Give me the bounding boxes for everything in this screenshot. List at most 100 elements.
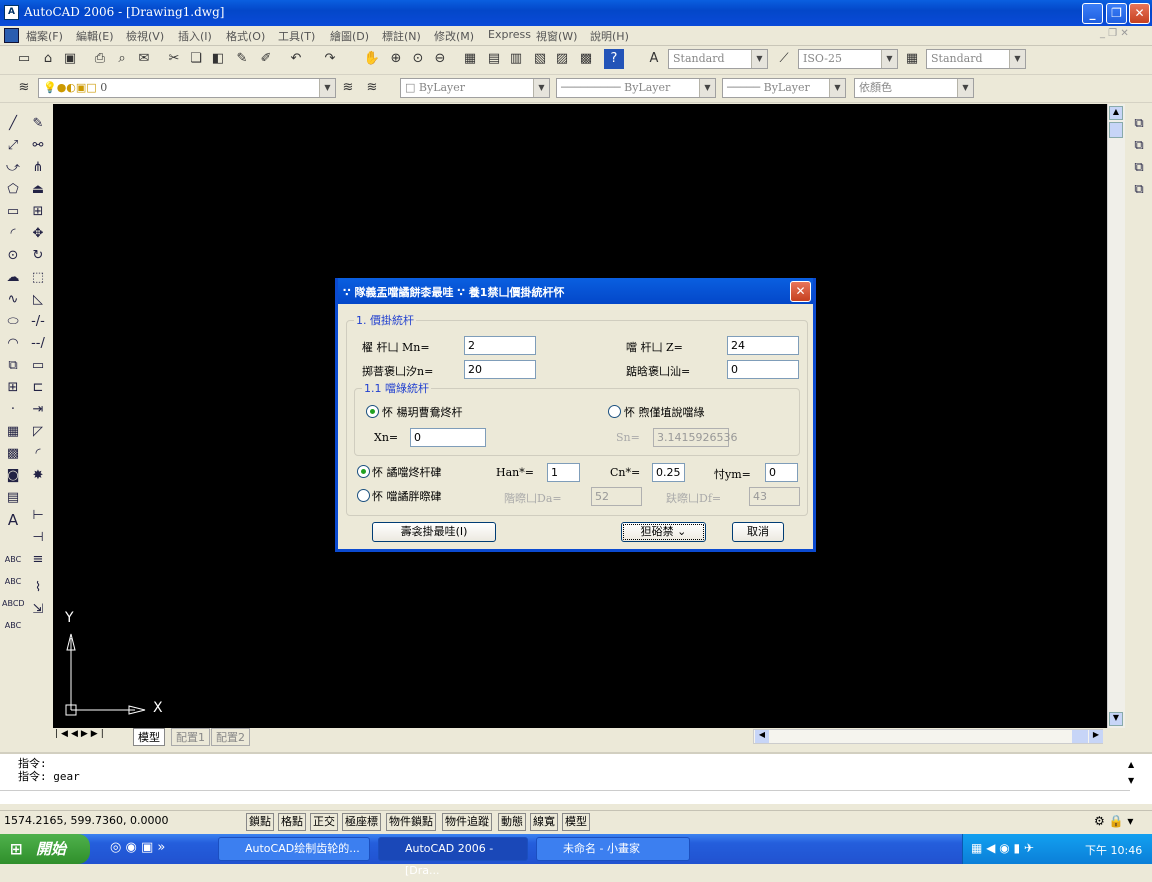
ortho-toggle[interactable]: 正交	[310, 813, 338, 831]
table-style-combo[interactable]: Standard ▼	[926, 49, 1026, 69]
cmd-scroll-down-icon[interactable]: ▼	[1128, 776, 1134, 785]
linetype-combo[interactable]: ───────── ByLayer ▼	[556, 78, 716, 98]
menu-format[interactable]: 格式(O)	[226, 28, 265, 44]
circle-icon[interactable]: ⊙	[2, 246, 24, 266]
text-style-combo[interactable]: Standard ▼	[668, 49, 768, 69]
scroll-thumb[interactable]	[1109, 122, 1123, 138]
properties-icon[interactable]: ▦	[460, 49, 480, 69]
rotate-icon[interactable]: ↻	[27, 246, 49, 266]
revision-cloud-icon[interactable]: ☁	[2, 268, 24, 288]
spline-icon[interactable]: ∿	[2, 290, 24, 310]
dialog-title-bar[interactable]: ∵ 隊義盂噹譎餅桼最哇 ∵ 養1禁凵價掛統杆怀 ✕	[338, 278, 813, 304]
sheet-set-icon[interactable]: ▧	[530, 49, 550, 69]
redo-icon[interactable]: ↷	[320, 49, 340, 69]
menu-dimension[interactable]: 標註(N)	[382, 28, 421, 44]
scale-icon[interactable]: ⬚	[27, 268, 49, 288]
spell-check-icon[interactable]: ABC	[2, 616, 24, 636]
table-style-icon[interactable]: ▦	[902, 49, 922, 69]
cut-icon[interactable]: ✂	[164, 49, 184, 69]
menu-window[interactable]: 視窗(W)	[536, 28, 577, 44]
tray-icons[interactable]: ▦ ◀ ◉ ▮ ✈	[971, 841, 1034, 855]
preview-icon[interactable]: ⌕	[112, 49, 132, 69]
mdi-controls[interactable]: _ ❐ ✕	[1100, 28, 1129, 39]
menu-express[interactable]: Express	[488, 28, 531, 41]
lineweight-combo[interactable]: ───── ByLayer ▼	[722, 78, 846, 98]
dimension-ordinate-icon[interactable]: ≡	[27, 550, 49, 570]
new-icon[interactable]: ▭	[14, 49, 34, 69]
draw-dropdown-button[interactable]: 狚硲禁 ⌄	[621, 522, 706, 542]
dyn-toggle[interactable]: 動態	[498, 813, 526, 831]
edit-text-icon[interactable]: ABC	[2, 572, 24, 592]
break-icon[interactable]: ▭	[27, 356, 49, 376]
calculator-icon[interactable]: ▩	[576, 49, 596, 69]
document-icon[interactable]	[4, 28, 19, 43]
table-icon[interactable]: ▤	[2, 488, 24, 508]
task-paint[interactable]: 未命名 - 小畫家	[536, 837, 690, 861]
scale-text-icon[interactable]: ⇲	[27, 600, 49, 620]
stretch-icon[interactable]: ◺	[27, 290, 49, 310]
publish-icon[interactable]: ✉	[134, 49, 154, 69]
color-combo[interactable]: □ ByLayer ▼	[400, 78, 550, 98]
scroll-right-icon[interactable]: ▶	[1089, 730, 1103, 743]
task-autocad[interactable]: AutoCAD 2006 - [Dra...	[378, 837, 528, 877]
osnap-toggle[interactable]: 物件鎖點	[386, 813, 436, 831]
snap-toggle[interactable]: 鎖點	[246, 813, 274, 831]
polygon-icon[interactable]: ⬠	[2, 180, 24, 200]
offset-icon[interactable]: ⏏	[27, 180, 49, 200]
ellipse-icon[interactable]: ⬭	[2, 312, 24, 332]
fillet-icon[interactable]: ◜	[27, 444, 49, 464]
plotstyle-combo[interactable]: 依顏色 ▼	[854, 78, 974, 98]
han-input[interactable]: 1	[547, 463, 580, 482]
coordinates-readout[interactable]: 1574.2165, 599.7360, 0.0000	[4, 814, 168, 827]
tab-model[interactable]: 模型	[133, 728, 165, 746]
layer-combo[interactable]: 💡●◐▣□ 0 ▼	[38, 78, 336, 98]
task-browser[interactable]: AutoCAD绘制齿轮的...	[218, 837, 370, 861]
copy-icon[interactable]: ❏	[186, 49, 206, 69]
text-style-icon[interactable]: A	[644, 49, 664, 69]
command-window[interactable]: 指令: 指令: gear ▲ ▼	[0, 752, 1152, 804]
construction-line-icon[interactable]: ⤢	[2, 136, 24, 156]
pan-icon[interactable]: ✋	[362, 49, 382, 69]
help-icon[interactable]: ?	[604, 49, 624, 69]
plot-icon[interactable]: ⎙	[90, 49, 110, 69]
arc-icon[interactable]: ◜	[2, 224, 24, 244]
beta-input[interactable]: 0	[727, 360, 799, 379]
text-style-tool-icon[interactable]: ⌇	[27, 578, 49, 598]
dimension-linear-icon[interactable]: ⊢	[27, 506, 49, 526]
df-input[interactable]: 43	[749, 487, 800, 506]
mtext-icon[interactable]: A	[2, 510, 24, 530]
bring-above-icon[interactable]: ⧉	[1128, 158, 1150, 178]
otrack-toggle[interactable]: 物件追蹤	[442, 813, 492, 831]
menu-help[interactable]: 說明(H)	[590, 28, 629, 44]
block-editor-icon[interactable]: ✐	[256, 49, 276, 69]
dialog-close-button[interactable]: ✕	[790, 281, 811, 302]
array-icon[interactable]: ⊞	[27, 202, 49, 222]
paste-icon[interactable]: ◧	[208, 49, 228, 69]
make-block-icon[interactable]: ⊞	[2, 378, 24, 398]
lwt-toggle[interactable]: 線寬	[530, 813, 558, 831]
menu-view[interactable]: 檢視(V)	[126, 28, 164, 44]
command-input[interactable]	[0, 790, 1130, 804]
menu-insert[interactable]: 插入(I)	[178, 28, 212, 44]
comm-center-icon[interactable]: ⚙ 🔒 ▾	[1094, 814, 1133, 828]
match-properties-icon[interactable]: ✎	[232, 49, 252, 69]
copy-object-icon[interactable]: ⚯	[27, 136, 49, 156]
menu-edit[interactable]: 編輯(E)	[76, 28, 114, 44]
grid-toggle[interactable]: 格點	[278, 813, 306, 831]
close-button[interactable]: ✕	[1129, 3, 1150, 24]
model-toggle[interactable]: 模型	[562, 813, 590, 831]
dim-style-icon[interactable]: ⟋	[774, 49, 794, 69]
z-input[interactable]: 24	[727, 336, 799, 355]
an-input[interactable]: 20	[464, 360, 536, 379]
line-icon[interactable]: ╱	[2, 114, 24, 134]
dimension-aligned-icon[interactable]: ⊣	[27, 528, 49, 548]
extend-icon[interactable]: --/	[27, 334, 49, 354]
hatch-icon[interactable]: ▦	[2, 422, 24, 442]
find-text-icon[interactable]: ABCD	[2, 594, 25, 614]
join-icon[interactable]: ⇥	[27, 400, 49, 420]
radio-tooth-thickness[interactable]	[608, 405, 621, 418]
menu-file[interactable]: 檔案(F)	[26, 28, 63, 44]
cancel-button[interactable]: 取消	[732, 522, 784, 542]
zoom-realtime-icon[interactable]: ⊕	[386, 49, 406, 69]
bring-to-front-icon[interactable]: ⧉	[1128, 114, 1150, 134]
